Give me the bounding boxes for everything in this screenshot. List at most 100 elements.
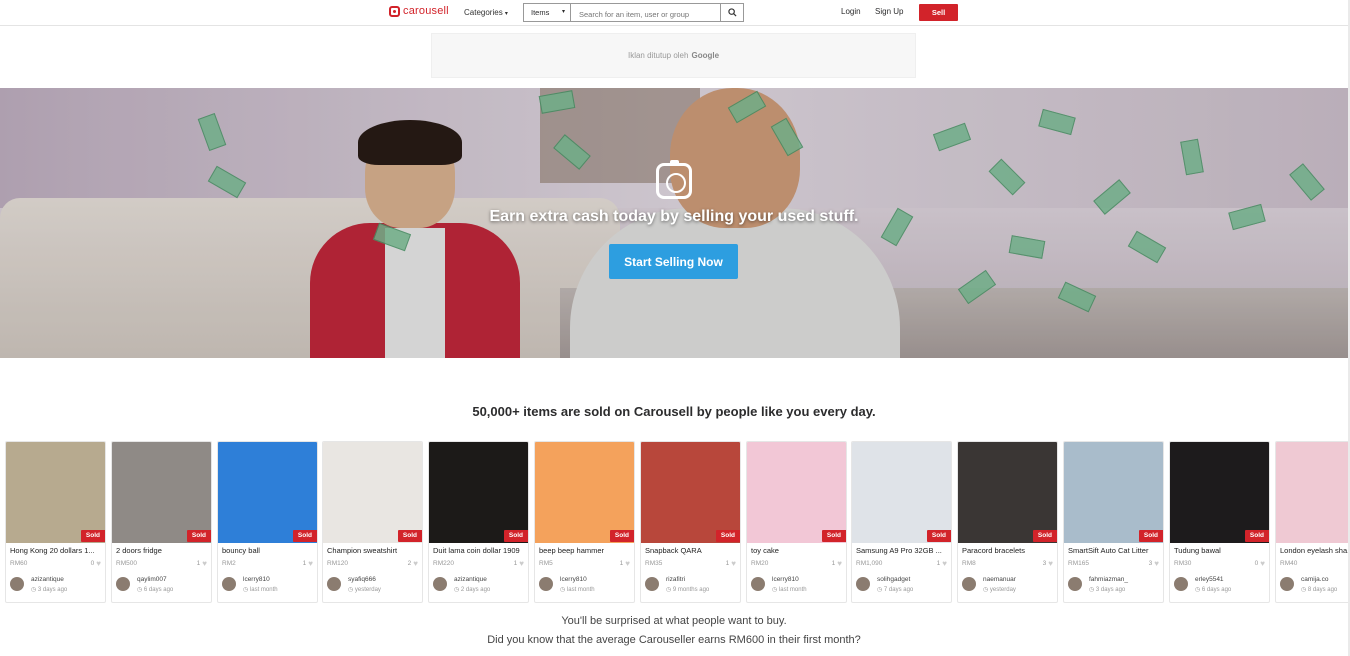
seller-username[interactable]: syafiq666 — [348, 576, 376, 583]
like-control[interactable]: 1 ♥ — [832, 559, 842, 568]
heart-icon[interactable]: ♥ — [1048, 559, 1053, 568]
heart-icon[interactable]: ♥ — [413, 559, 418, 568]
listing-title[interactable]: toy cake — [751, 546, 844, 555]
listing-photo[interactable] — [6, 442, 105, 543]
listing-card[interactable]: Sold beep beep hammer RM5 1 ♥ lcerry810 ◷ last… — [534, 441, 635, 603]
listing-photo[interactable] — [112, 442, 211, 543]
heart-icon[interactable]: ♥ — [1154, 559, 1159, 568]
heart-icon[interactable]: ♥ — [519, 559, 524, 568]
seller-username[interactable]: erley5541 — [1195, 576, 1224, 583]
heart-icon[interactable]: ♥ — [96, 559, 101, 568]
start-selling-button[interactable]: Start Selling Now — [609, 244, 738, 279]
like-control[interactable]: 1 ♥ — [514, 559, 524, 568]
seller-avatar[interactable] — [539, 577, 553, 591]
listing-photo[interactable] — [1064, 442, 1163, 543]
listing-title[interactable]: Snapback QARA — [645, 546, 738, 555]
like-count: 1 — [725, 560, 730, 567]
listing-card[interactable]: Sold Snapback QARA RM35 1 ♥ rizafitri ◷ 9 mont… — [640, 441, 741, 603]
search-input[interactable] — [571, 4, 720, 21]
seller-avatar[interactable] — [116, 577, 130, 591]
listing-card[interactable]: Sold SmartSift Auto Cat Litter RM165 3 ♥ fahm… — [1063, 441, 1164, 603]
seller-username[interactable]: rizafitri — [666, 576, 685, 583]
seller-username[interactable]: lcerry810 — [772, 576, 799, 583]
seller-avatar[interactable] — [962, 577, 976, 591]
seller-username[interactable]: lcerry810 — [243, 576, 270, 583]
like-control[interactable]: 1 ♥ — [303, 559, 313, 568]
seller-username[interactable]: naemanuar — [983, 576, 1016, 583]
listing-card[interactable]: Sold Champion sweatshirt RM120 2 ♥ syafiq666 ◷… — [322, 441, 423, 603]
listing-photo[interactable] — [1170, 442, 1269, 543]
search-scope-select[interactable]: Items ▾ — [524, 4, 571, 21]
listing-title[interactable]: Hong Kong 20 dollars 1... — [10, 546, 103, 555]
seller-username[interactable]: azizantique — [31, 576, 64, 583]
listing-photo[interactable] — [958, 442, 1057, 543]
like-control[interactable]: 3 ♥ — [1149, 559, 1159, 568]
listing-photo[interactable] — [429, 442, 528, 543]
listing-card[interactable]: Sold toy cake RM20 1 ♥ lcerry810 ◷ last month — [746, 441, 847, 603]
carousell-logo[interactable]: carousell — [389, 5, 449, 17]
listing-title[interactable]: SmartSift Auto Cat Litter — [1068, 546, 1161, 555]
listing-title[interactable]: Duit lama coin dollar 1909 — [433, 546, 526, 555]
listing-title[interactable]: Paracord bracelets — [962, 546, 1055, 555]
listing-title[interactable]: Champion sweatshirt — [327, 546, 420, 555]
like-control[interactable]: 0 ♥ — [1255, 559, 1265, 568]
signup-link[interactable]: Sign Up — [875, 7, 903, 16]
categories-dropdown[interactable]: Categories ▾ — [464, 8, 508, 17]
seller-avatar[interactable] — [1068, 577, 1082, 591]
listing-card[interactable]: Sold bouncy ball RM2 1 ♥ lcerry810 ◷ last mont… — [217, 441, 318, 603]
seller-username[interactable]: camija.co — [1301, 576, 1328, 583]
listing-card[interactable]: Sold 2 doors fridge RM500 1 ♥ qaylim007 ◷ 6 da… — [111, 441, 212, 603]
seller-username[interactable]: qaylim007 — [137, 576, 167, 583]
search-button[interactable] — [720, 4, 743, 21]
seller-username[interactable]: lcerry810 — [560, 576, 587, 583]
listing-photo[interactable] — [747, 442, 846, 543]
seller-avatar[interactable] — [645, 577, 659, 591]
listing-title[interactable]: London eyelash sha... — [1280, 546, 1350, 555]
seller-avatar[interactable] — [856, 577, 870, 591]
heart-icon[interactable]: ♥ — [308, 559, 313, 568]
listing-card[interactable]: Sold Samsung A9 Pro 32GB ... RM1,090 1 ♥ soli… — [851, 441, 952, 603]
like-control[interactable]: 1 ♥ — [197, 559, 207, 568]
seller-avatar[interactable] — [222, 577, 236, 591]
like-control[interactable]: 3 ♥ — [1043, 559, 1053, 568]
listing-photo[interactable] — [535, 442, 634, 543]
listing-photo[interactable] — [1276, 442, 1350, 543]
like-control[interactable]: 1 ♥ — [726, 559, 736, 568]
seller-username[interactable]: fahmiazman_ — [1089, 576, 1128, 583]
sell-button[interactable]: Sell — [919, 4, 958, 21]
heart-icon[interactable]: ♥ — [837, 559, 842, 568]
heart-icon[interactable]: ♥ — [731, 559, 736, 568]
seller-avatar[interactable] — [10, 577, 24, 591]
listing-card[interactable]: London eyelash sha... RM40 camija.co ◷ 8 da… — [1275, 441, 1350, 603]
listing-card[interactable]: Sold Hong Kong 20 dollars 1... RM60 0 ♥ aziza… — [5, 441, 106, 603]
seller-avatar[interactable] — [327, 577, 341, 591]
like-control[interactable]: 2 ♥ — [408, 559, 418, 568]
listing-title[interactable]: Samsung A9 Pro 32GB ... — [856, 546, 949, 555]
listing-photo[interactable] — [641, 442, 740, 543]
seller-avatar[interactable] — [751, 577, 765, 591]
listing-time: ◷ yesterday — [348, 586, 381, 593]
like-control[interactable]: 1 ♥ — [937, 559, 947, 568]
seller-avatar[interactable] — [1280, 577, 1294, 591]
listing-title[interactable]: beep beep hammer — [539, 546, 632, 555]
listing-title[interactable]: 2 doors fridge — [116, 546, 209, 555]
listing-photo[interactable] — [218, 442, 317, 543]
login-link[interactable]: Login — [841, 7, 861, 16]
like-control[interactable]: 0 ♥ — [91, 559, 101, 568]
listing-card[interactable]: Sold Tudung bawal RM30 0 ♥ erley5541 ◷ 6 days … — [1169, 441, 1270, 603]
listing-card[interactable]: Sold Paracord bracelets RM8 3 ♥ naemanuar ◷ ye… — [957, 441, 1058, 603]
listing-photo[interactable] — [852, 442, 951, 543]
heart-icon[interactable]: ♥ — [1260, 559, 1265, 568]
seller-username[interactable]: azizantique — [454, 576, 487, 583]
listing-title[interactable]: Tudung bawal — [1174, 546, 1267, 555]
seller-avatar[interactable] — [1174, 577, 1188, 591]
listing-photo[interactable] — [323, 442, 422, 543]
listing-title[interactable]: bouncy ball — [222, 546, 315, 555]
heart-icon[interactable]: ♥ — [942, 559, 947, 568]
listing-card[interactable]: Sold Duit lama coin dollar 1909 RM220 1 ♥ azi… — [428, 441, 529, 603]
heart-icon[interactable]: ♥ — [625, 559, 630, 568]
seller-avatar[interactable] — [433, 577, 447, 591]
like-control[interactable]: 1 ♥ — [620, 559, 630, 568]
heart-icon[interactable]: ♥ — [202, 559, 207, 568]
seller-username[interactable]: solihgadget — [877, 576, 910, 583]
